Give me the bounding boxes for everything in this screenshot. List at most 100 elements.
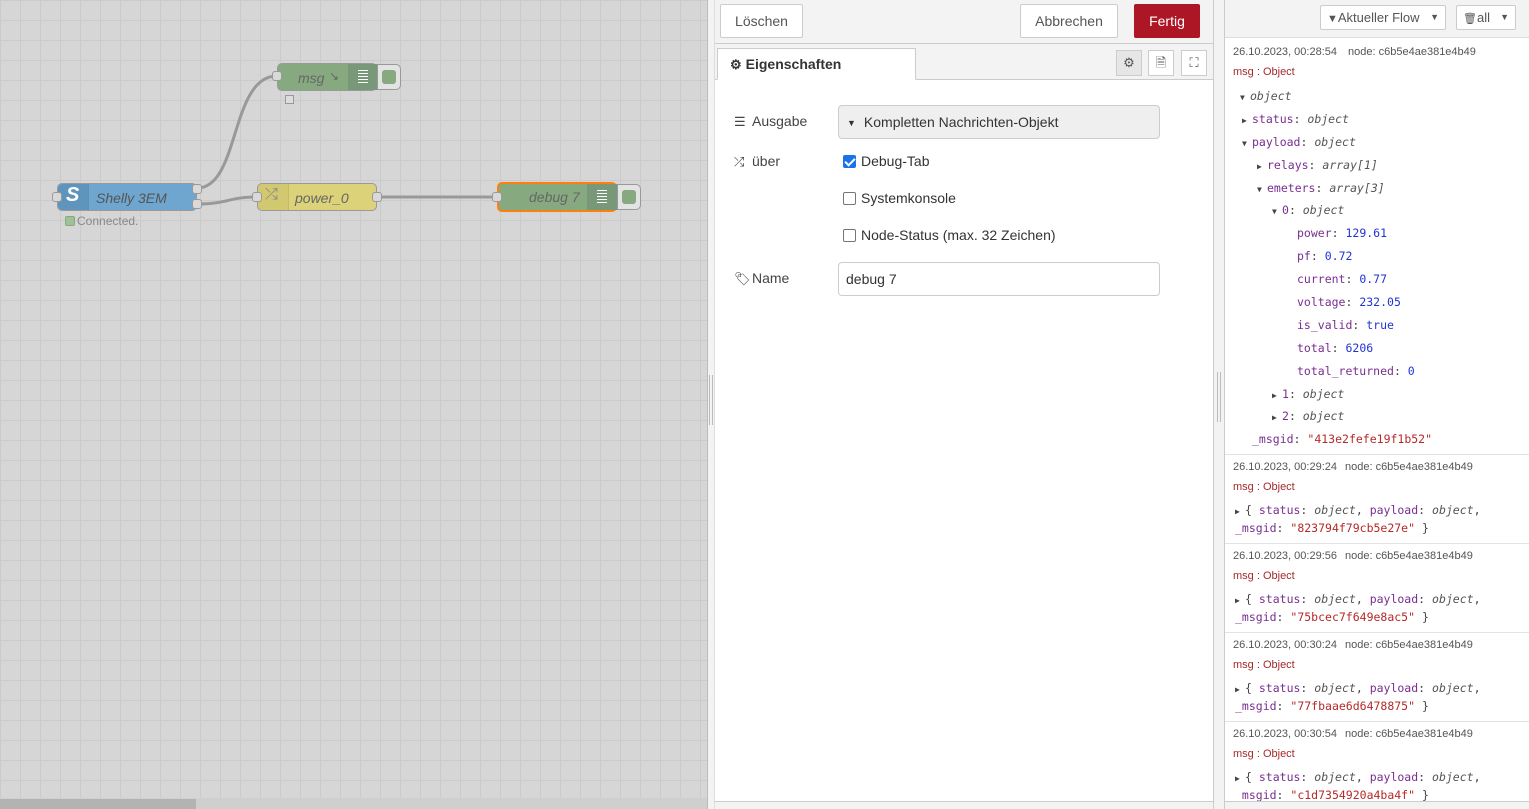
tree-key: _msgid [1252, 432, 1294, 446]
done-button[interactable]: Fertig [1134, 4, 1200, 38]
flow-filter-dropdown[interactable]: ▼Aktueller Flow ▼ [1320, 5, 1446, 30]
tree-key: status [1258, 592, 1301, 606]
tree-is-valid[interactable]: is_valid: true [1297, 318, 1394, 332]
node-status-label[interactable]: Node-Status (max. 32 Zeichen) [861, 227, 1056, 243]
name-input[interactable]: debug 7 [838, 262, 1160, 296]
caret-right-icon: ▶ [1272, 413, 1277, 422]
clear-dropdown[interactable]: 🗑all ▼ [1456, 5, 1516, 30]
tab-properties[interactable]: ⚙ Eigenschaften [717, 48, 916, 80]
tree-status[interactable]: ▶ status: object [1242, 112, 1349, 126]
caret-right-icon: ▶ [1257, 162, 1262, 171]
settings-tab-icon[interactable]: ⚙ [1116, 50, 1142, 76]
tree-type: array[1] [1322, 158, 1378, 172]
console-label[interactable]: Systemkonsole [861, 190, 956, 206]
tree-payload[interactable]: ▼ payload: object [1242, 135, 1356, 149]
debug-message[interactable]: 26.10.2023, 00:29:56 node: c6b5e4ae381e4b… [1225, 544, 1529, 633]
caret-right-icon: ▶ [1235, 596, 1240, 605]
tree-root-type: object [1250, 89, 1292, 103]
gear-icon: ⚙ [1123, 55, 1135, 70]
debug-node-label: debug 7 [529, 189, 580, 205]
status-dot-icon [65, 216, 75, 226]
debug-message[interactable]: 26.10.2023, 00:28:54 node: c6b5e4ae381e4… [1225, 38, 1529, 455]
message-node[interactable]: node: c6b5e4ae381e4b49 [1345, 461, 1473, 473]
message-node[interactable]: node: c6b5e4ae381e4b49 [1345, 550, 1473, 562]
delete-button[interactable]: Löschen [720, 4, 803, 38]
caret-down-icon: ▼ [1272, 207, 1277, 216]
tree-root[interactable]: ▼ object [1240, 89, 1292, 103]
tree-msgid[interactable]: _msgid: "413e2fefe19f1b52" [1252, 432, 1432, 446]
flow-workspace[interactable]: msg ↘ S Shelly 3EM Connected. ⤮ power_0 … [0, 0, 707, 809]
tree-key: relays [1267, 158, 1309, 172]
shelly-output-port-1[interactable] [192, 184, 202, 194]
tree-emeter-2[interactable]: ▶ 2: object [1272, 409, 1344, 423]
debug-message[interactable]: 26.10.2023, 00:30:54 node: c6b5e4ae381e4b… [1225, 722, 1529, 809]
console-checkbox[interactable] [843, 192, 856, 205]
flow-filter-label: Aktueller Flow [1337, 10, 1420, 25]
message-summary[interactable]: ▶{ status: object, payload: object, _msg… [1235, 502, 1520, 537]
via-label: ⤮ über [734, 153, 780, 170]
tree-total[interactable]: total: 6206 [1297, 341, 1373, 355]
tree-power[interactable]: power: 129.61 [1297, 226, 1387, 240]
msg-status-icon [285, 95, 294, 104]
tree-emeter-1[interactable]: ▶ 1: object [1272, 387, 1344, 401]
output-select[interactable]: ▼ Kompletten Nachrichten-Objekt [838, 105, 1160, 139]
appearance-tab-icon[interactable]: ⛶ [1181, 50, 1207, 76]
debug-tab-label[interactable]: Debug-Tab [861, 153, 930, 169]
debug-input-port[interactable] [492, 192, 502, 202]
shelly-input-port[interactable] [52, 192, 62, 202]
brace: { [1245, 681, 1252, 695]
shelly-status-text: Connected. [77, 214, 139, 228]
left-splitter[interactable] [707, 0, 715, 809]
tree-type: object [1432, 592, 1474, 606]
caret-down-icon: ▼ [1257, 185, 1262, 194]
wire-shelly-msg [196, 74, 278, 190]
debug-tab-checkbox[interactable] [843, 155, 856, 168]
cancel-button[interactable]: Abbrechen [1020, 4, 1118, 38]
tag-icon: 🏷 [734, 271, 751, 286]
tree-key: payload [1369, 770, 1419, 784]
msg-input-port[interactable] [272, 71, 282, 81]
name-label-text: Name [752, 270, 790, 286]
message-node[interactable]: node: c6b5e4ae381e4b49 [1345, 639, 1473, 651]
shelly-output-port-2[interactable] [192, 199, 202, 209]
change-node[interactable]: ⤮ power_0 [257, 183, 377, 211]
message-summary[interactable]: ▶{ status: object, payload: object, _msg… [1235, 591, 1520, 626]
msg-debug-toggle[interactable] [377, 64, 401, 90]
message-summary[interactable]: ▶{ status: object, payload: object, _msg… [1235, 680, 1520, 715]
tree-key: 1 [1282, 387, 1289, 401]
workspace-scrollbar[interactable] [0, 798, 707, 809]
tree-current[interactable]: current: 0.77 [1297, 272, 1387, 286]
tree-voltage[interactable]: voltage: 232.05 [1297, 295, 1401, 309]
tree-relays[interactable]: ▶ relays: array[1] [1257, 158, 1378, 172]
debug-message[interactable]: 26.10.2023, 00:30:24 node: c6b5e4ae381e4b… [1225, 633, 1529, 722]
node-status-checkbox[interactable] [843, 229, 856, 242]
debug-sidebar: ▼Aktueller Flow ▼ 🗑all ▼ 26.10.2023, 00:… [1225, 0, 1529, 809]
message-summary[interactable]: ▶{ status: object, payload: object, _msg… [1235, 769, 1520, 804]
tab-properties-label: Eigenschaften [745, 56, 842, 72]
tree-key: 0 [1282, 203, 1289, 217]
message-node[interactable]: node: c6b5e4ae381e4b49 [1348, 46, 1476, 58]
tree-value: 129.61 [1345, 226, 1388, 240]
tree-emeters[interactable]: ▼ emeters: array[3] [1257, 181, 1385, 195]
tree-emeter-0[interactable]: ▼ 0: object [1272, 203, 1344, 217]
change-output-port[interactable] [372, 192, 382, 202]
debug-message[interactable]: 26.10.2023, 00:29:24 node: c6b5e4ae381e4b… [1225, 455, 1529, 544]
message-node[interactable]: node: c6b5e4ae381e4b49 [1345, 728, 1473, 740]
wires [196, 74, 497, 206]
msg-debug-node[interactable]: msg ↘ [277, 63, 379, 91]
change-input-port[interactable] [252, 192, 262, 202]
debug-node-toggle[interactable] [617, 184, 641, 210]
scrollbar-thumb[interactable] [0, 799, 196, 809]
tree-key: _msgid [1235, 521, 1277, 535]
tree-total-returned[interactable]: total_returned: 0 [1297, 364, 1415, 378]
list-icon: ☰ [734, 114, 746, 129]
debug-node[interactable]: debug 7 [497, 182, 618, 212]
shelly-node[interactable]: S Shelly 3EM [57, 183, 197, 211]
tree-key: _msgid [1235, 610, 1277, 624]
right-splitter[interactable] [1213, 0, 1225, 809]
tree-key: current [1297, 272, 1346, 286]
tree-pf[interactable]: pf: 0.72 [1297, 249, 1352, 263]
description-tab-icon[interactable]: 🗎 [1148, 50, 1174, 76]
tree-type: object [1432, 770, 1474, 784]
tree-key: payload [1252, 135, 1301, 149]
